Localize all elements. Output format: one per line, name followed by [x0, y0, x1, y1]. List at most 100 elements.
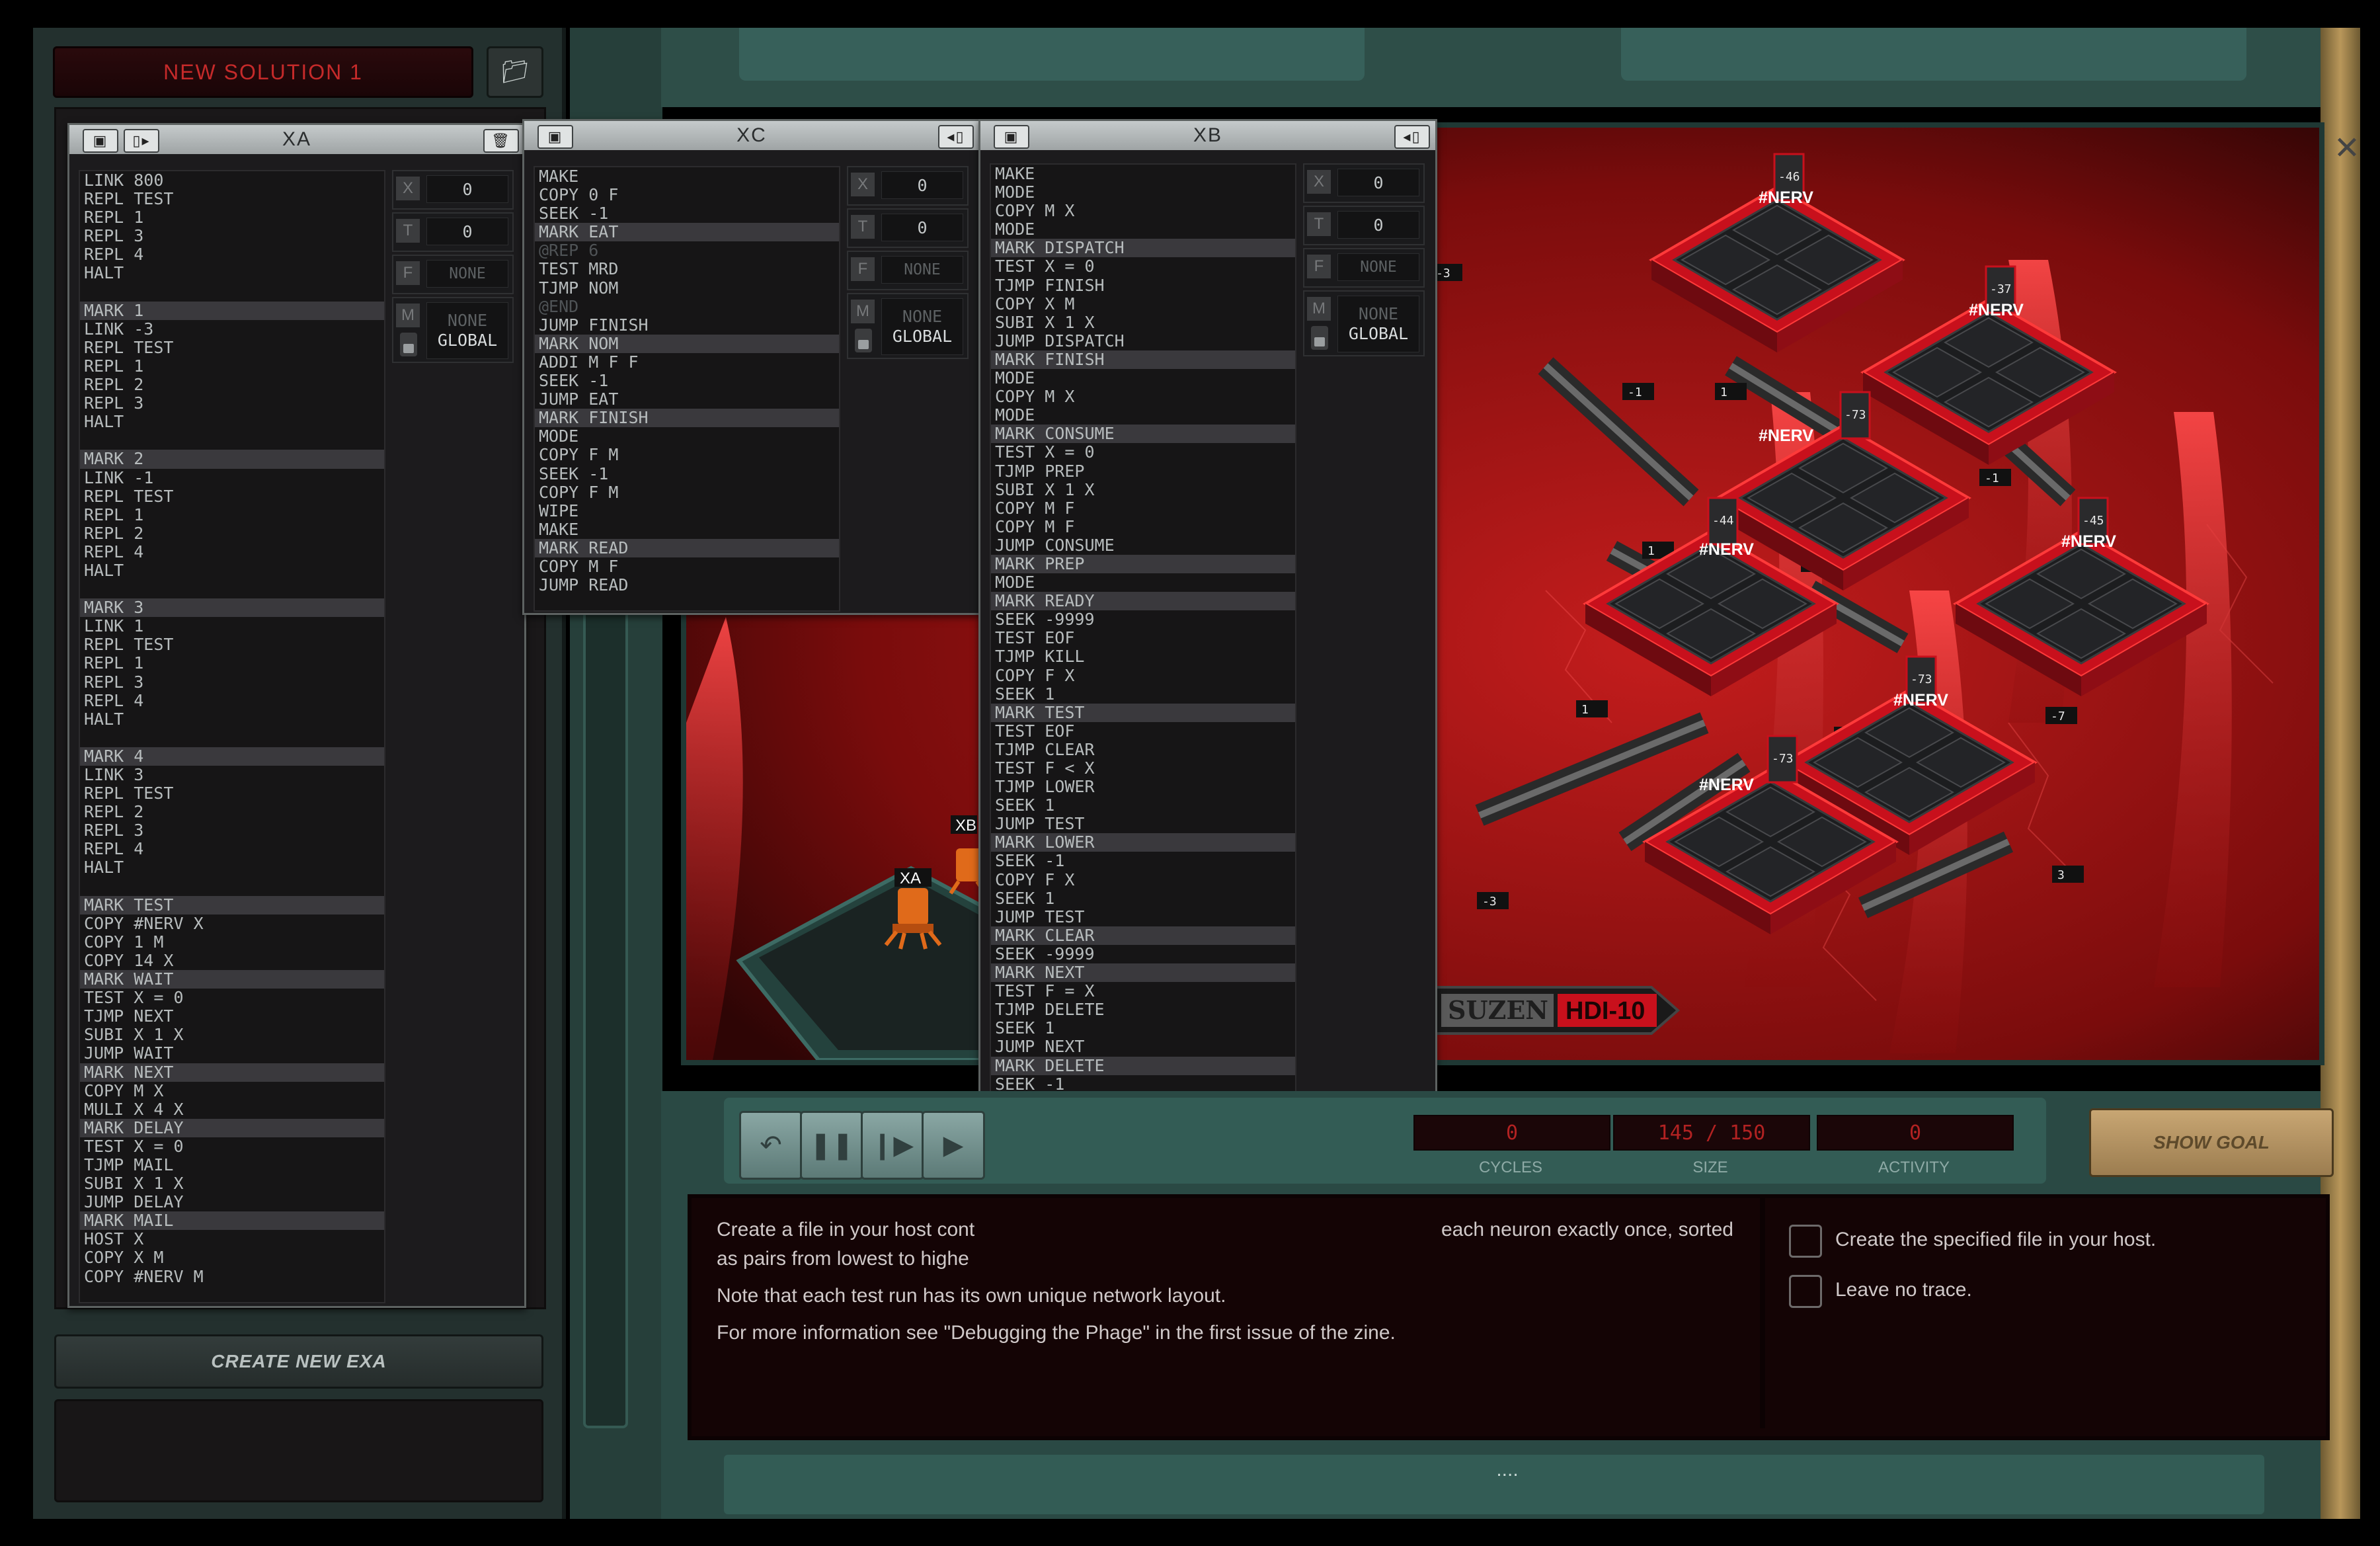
code-editor[interactable]: LINK 800 REPL TEST REPL 1 REPL 3 REPL 4 HALT M…: [79, 170, 385, 1303]
code-line[interactable]: COPY F M: [535, 446, 839, 464]
code-line[interactable]: TEST F < X: [991, 758, 1295, 778]
code-line[interactable]: SUBI X 1 X: [991, 313, 1295, 332]
register-m-value[interactable]: NONE GLOBAL: [1337, 296, 1419, 352]
code-line[interactable]: MODE: [991, 573, 1295, 592]
code-line[interactable]: SEEK 1: [991, 889, 1295, 908]
code-line[interactable]: COPY M F: [991, 517, 1295, 536]
code-line[interactable]: REPL 1: [80, 654, 384, 672]
code-line[interactable]: REPL 1: [80, 356, 384, 376]
code-line[interactable]: TEST EOF: [991, 629, 1295, 647]
code-line-label[interactable]: MARK 1: [80, 301, 384, 320]
code-line[interactable]: REPL 4: [80, 245, 384, 264]
code-line[interactable]: SEEK -9999: [991, 944, 1295, 963]
code-line[interactable]: JUMP READ: [535, 575, 839, 594]
code-line[interactable]: ADDI M F F: [535, 352, 839, 372]
reset-button[interactable]: ↶: [739, 1111, 803, 1180]
code-line[interactable]: SEEK 1: [991, 684, 1295, 704]
m-mode-toggle[interactable]: [400, 333, 417, 356]
code-line[interactable]: HALT: [80, 710, 384, 729]
code-line[interactable]: MODE: [991, 368, 1295, 387]
code-line[interactable]: COPY M F: [535, 557, 839, 576]
code-line[interactable]: COPY 0 F: [535, 185, 839, 204]
code-line[interactable]: REPL 3: [80, 821, 384, 840]
code-line[interactable]: HALT: [80, 858, 384, 877]
code-line-label[interactable]: MARK FINISH: [991, 350, 1295, 370]
code-line[interactable]: COPY 14 X: [80, 951, 384, 970]
code-line[interactable]: JUMP EAT: [535, 390, 839, 409]
code-line[interactable]: COPY F X: [991, 666, 1295, 685]
code-line[interactable]: TJMP NEXT: [80, 1007, 384, 1026]
code-line[interactable]: [80, 877, 384, 896]
step-button[interactable]: ❙▶: [861, 1111, 924, 1180]
folder-button[interactable]: 📁︎: [487, 46, 543, 98]
code-line[interactable]: @REP 6: [535, 241, 839, 260]
code-line[interactable]: REPL 2: [80, 375, 384, 394]
code-editor[interactable]: MAKE COPY 0 F SEEK -1 MARK EAT @REP 6 TEST MR…: [534, 166, 840, 612]
code-line-label[interactable]: MARK TEST: [80, 895, 384, 915]
code-line[interactable]: SEEK -1: [535, 371, 839, 390]
code-line-label[interactable]: MARK CONSUME: [991, 425, 1295, 444]
exa-window-xc[interactable]: ▣ XC ◂▯ MAKE COPY 0 F SEEK -1 MARK EAT @REP …: [522, 119, 981, 615]
save-icon[interactable]: ▣: [537, 125, 573, 149]
code-line[interactable]: TEST X = 0: [991, 257, 1295, 276]
code-line[interactable]: MODE: [991, 183, 1295, 202]
code-line-label[interactable]: MARK NEXT: [80, 1063, 384, 1082]
expand-icon[interactable]: ◂▯: [938, 125, 974, 149]
code-line-label[interactable]: MARK DELAY: [80, 1118, 384, 1137]
code-line[interactable]: REPL 1: [80, 505, 384, 524]
checkbox-create-file[interactable]: [1789, 1225, 1822, 1258]
code-line-label[interactable]: MARK NEXT: [991, 963, 1295, 983]
code-line[interactable]: LINK -1: [80, 468, 384, 487]
code-line-label[interactable]: MARK CLEAR: [991, 926, 1295, 945]
code-line[interactable]: REPL 3: [80, 394, 384, 413]
code-line[interactable]: JUMP DELAY: [80, 1193, 384, 1211]
code-line[interactable]: SUBI X 1 X: [991, 480, 1295, 499]
code-line-label[interactable]: MARK LOWER: [991, 833, 1295, 852]
code-line[interactable]: COPY X M: [991, 294, 1295, 313]
expand-icon[interactable]: ◂▯: [1394, 125, 1430, 149]
code-line[interactable]: SEEK -1: [535, 464, 839, 483]
code-line[interactable]: HALT: [80, 264, 384, 282]
code-line[interactable]: TJMP LOWER: [991, 777, 1295, 796]
code-line[interactable]: TEST X = 0: [80, 989, 384, 1007]
code-line[interactable]: COPY M X: [991, 202, 1295, 220]
delete-icon[interactable]: 🗑︎: [483, 129, 519, 153]
code-line[interactable]: REPL TEST: [80, 189, 384, 208]
code-line-label[interactable]: MARK MAIL: [80, 1211, 384, 1231]
code-line[interactable]: TEST F = X: [991, 982, 1295, 1000]
code-line[interactable]: SEEK -1: [535, 204, 839, 223]
code-line-label[interactable]: MARK DELETE: [991, 1056, 1295, 1075]
code-line[interactable]: TEST X = 0: [991, 443, 1295, 462]
create-new-exa-button[interactable]: CREATE NEW EXA: [54, 1334, 543, 1389]
code-line-label[interactable]: MARK FINISH: [535, 409, 839, 428]
code-line[interactable]: [80, 431, 384, 450]
code-line[interactable]: MAKE: [535, 520, 839, 539]
pause-button[interactable]: ❚❚: [800, 1111, 863, 1180]
code-line[interactable]: REPL 4: [80, 840, 384, 858]
register-m-value[interactable]: NONE GLOBAL: [426, 302, 508, 359]
code-line[interactable]: TJMP CLEAR: [991, 740, 1295, 759]
code-line-label[interactable]: MARK DISPATCH: [991, 239, 1295, 258]
show-goal-button[interactable]: SHOW GOAL: [2089, 1108, 2334, 1177]
code-line[interactable]: COPY M F: [991, 499, 1295, 518]
code-line-label[interactable]: MARK EAT: [535, 223, 839, 242]
code-line[interactable]: [80, 729, 384, 747]
code-line[interactable]: REPL 4: [80, 691, 384, 710]
code-line[interactable]: MODE: [991, 220, 1295, 239]
code-line[interactable]: COPY X M: [80, 1248, 384, 1267]
code-line[interactable]: COPY #NERV X: [80, 914, 384, 933]
code-line-label[interactable]: MARK TEST: [991, 703, 1295, 722]
code-line[interactable]: TEST EOF: [991, 721, 1295, 741]
code-line[interactable]: SUBI X 1 X: [80, 1174, 384, 1193]
code-line[interactable]: HALT: [80, 413, 384, 431]
code-line[interactable]: JUMP WAIT: [80, 1044, 384, 1063]
code-line[interactable]: TJMP PREP: [991, 462, 1295, 481]
code-line[interactable]: TJMP DELETE: [991, 1000, 1295, 1019]
code-line[interactable]: REPL TEST: [80, 487, 384, 506]
code-line-label[interactable]: MARK 2: [80, 450, 384, 469]
code-line[interactable]: MAKE: [991, 165, 1295, 183]
code-line[interactable]: JUMP DISPATCH: [991, 331, 1295, 350]
code-line-label[interactable]: MARK NOM: [535, 334, 839, 353]
save-icon[interactable]: ▣: [83, 129, 118, 153]
code-line[interactable]: COPY 1 M: [80, 932, 384, 952]
